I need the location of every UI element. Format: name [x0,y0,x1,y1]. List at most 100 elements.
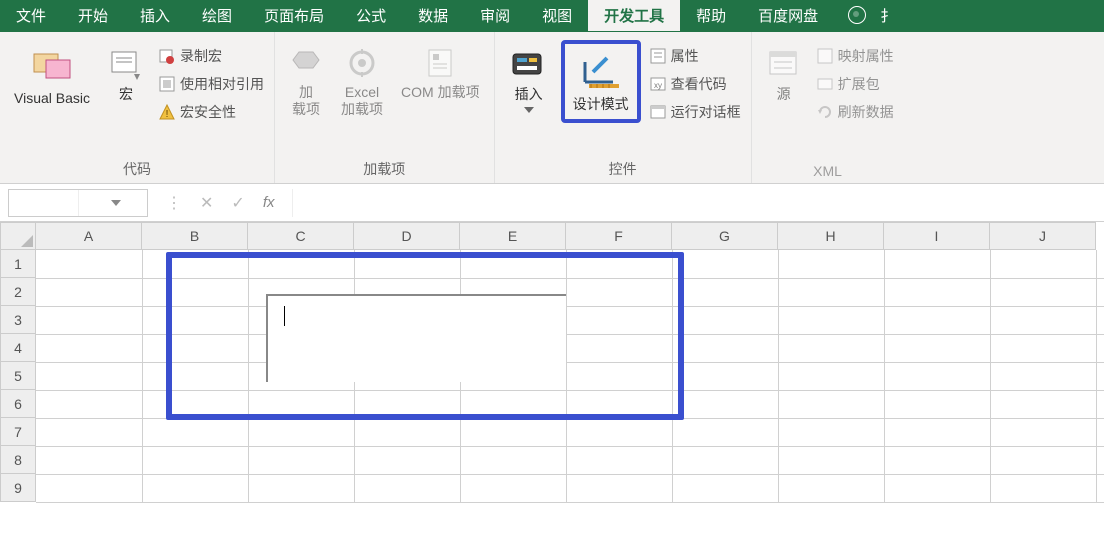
tab-help[interactable]: 帮助 [680,0,742,31]
cancel-icon[interactable]: ✕ [200,193,213,213]
insert-control-button[interactable]: 插入 [503,40,555,117]
select-all-corner[interactable] [0,222,36,250]
row-header[interactable]: 7 [0,418,36,446]
ext-pack-label: 扩展包 [838,74,880,94]
row-header[interactable]: 2 [0,278,36,306]
view-code-button[interactable]: xy 查看代码 [647,72,743,96]
tab-insert[interactable]: 插入 [124,0,186,31]
com-addin-icon [423,46,457,80]
refresh-data-button[interactable]: 刷新数据 [814,100,896,124]
source-button[interactable]: 源 [760,40,808,107]
map-props-label: 映射属性 [838,46,894,66]
macro-security-button[interactable]: ! 宏安全性 [156,100,266,124]
tab-home[interactable]: 开始 [62,0,124,31]
embedded-textbox[interactable] [266,294,566,382]
col-header[interactable]: B [142,222,248,250]
tab-developer[interactable]: 开发工具 [588,0,680,31]
refresh-data-label: 刷新数据 [838,102,894,122]
macro-security-label: 宏安全性 [180,102,236,122]
relative-ref-label: 使用相对引用 [180,74,264,94]
insert-control-label: 插入 [515,86,543,103]
ribbon-tabs: 文件 开始 插入 绘图 页面布局 公式 数据 审阅 视图 开发工具 帮助 百度网… [0,0,1104,32]
record-macro-button[interactable]: 录制宏 [156,44,266,68]
formula-bar-row: ⋮ ✕ ✓ fx [0,184,1104,222]
com-addin-label: COM 加载项 [401,84,480,101]
group-xml-label: XML [760,159,896,181]
design-mode-icon [579,52,623,92]
col-header[interactable]: G [672,222,778,250]
design-mode-button[interactable]: 设计模式 [567,46,635,117]
view-code-icon: xy [649,75,667,93]
addin-button[interactable]: 加 载项 [283,40,329,122]
enter-icon[interactable]: ✓ [231,193,244,213]
cells-area[interactable] [36,250,1104,502]
map-props-button[interactable]: 映射属性 [814,44,896,68]
row-header[interactable]: 4 [0,334,36,362]
excel-addin-label: Excel 加载项 [341,84,383,118]
tab-cut: 扌 [880,0,895,31]
tab-review[interactable]: 审阅 [464,0,526,31]
macro-button[interactable]: 宏 [102,40,150,107]
col-header[interactable]: C [248,222,354,250]
tab-file[interactable]: 文件 [0,0,62,31]
row-header[interactable]: 5 [0,362,36,390]
addin-label: 加 载项 [292,84,320,118]
col-header[interactable]: I [884,222,990,250]
insert-control-icon [509,46,549,82]
macro-icon [108,46,144,82]
row-header[interactable]: 9 [0,474,36,502]
spreadsheet: 1 2 3 4 5 6 7 8 9 A B C D E F G H I J [0,222,1104,502]
warning-icon: ! [158,103,176,121]
formula-dots-icon: ⋮ [166,193,182,213]
relative-ref-icon [158,75,176,93]
col-header[interactable]: E [460,222,566,250]
refresh-icon [816,103,834,121]
group-controls: 插入 设计模式 属性 xy 查看代码 [495,32,752,183]
tab-draw[interactable]: 绘图 [186,0,248,31]
source-icon [766,46,802,82]
row-header[interactable]: 6 [0,390,36,418]
source-label: 源 [777,86,791,103]
properties-button[interactable]: 属性 [647,44,743,68]
map-props-icon [816,47,834,65]
formula-input[interactable] [292,189,1104,217]
col-header[interactable]: J [990,222,1096,250]
com-addin-button[interactable]: COM 加载项 [395,40,486,105]
group-addins: 加 载项 Excel 加载项 COM 加载项 加载项 [275,32,495,183]
run-dialog-icon [649,103,667,121]
tab-pagelayout[interactable]: 页面布局 [248,0,340,31]
run-dialog-label: 运行对话框 [671,102,741,122]
view-code-label: 查看代码 [671,74,727,94]
group-code-label: 代码 [8,155,266,181]
ext-pack-button[interactable]: 扩展包 [814,72,896,96]
run-dialog-button[interactable]: 运行对话框 [647,100,743,124]
excel-addin-icon [345,46,379,80]
record-macro-label: 录制宏 [180,46,222,66]
col-header[interactable]: A [36,222,142,250]
visual-basic-button[interactable]: Visual Basic [8,40,96,111]
name-box-dropdown-icon[interactable] [78,190,148,216]
properties-label: 属性 [671,46,699,66]
fx-icon[interactable]: fx [263,194,275,211]
design-mode-label: 设计模式 [573,96,629,113]
visual-basic-label: Visual Basic [14,90,90,107]
tab-formulas[interactable]: 公式 [340,0,402,31]
name-box[interactable] [8,189,148,217]
group-code: Visual Basic 宏 录制宏 使用相对引用 ! [0,32,275,183]
tab-data[interactable]: 数据 [402,0,464,31]
ext-pack-icon [816,75,834,93]
tell-me-icon[interactable] [848,6,866,24]
visual-basic-icon [28,46,76,86]
relative-ref-button[interactable]: 使用相对引用 [156,72,266,96]
group-xml: 源 映射属性 扩展包 刷新数据 XML [752,32,904,183]
col-header[interactable]: D [354,222,460,250]
col-header[interactable]: F [566,222,672,250]
row-header[interactable]: 1 [0,250,36,278]
excel-addin-button[interactable]: Excel 加载项 [335,40,389,122]
tab-view[interactable]: 视图 [526,0,588,31]
col-header[interactable]: H [778,222,884,250]
text-cursor [284,306,285,326]
tab-baidu[interactable]: 百度网盘 [742,0,834,31]
row-header[interactable]: 3 [0,306,36,334]
row-header[interactable]: 8 [0,446,36,474]
